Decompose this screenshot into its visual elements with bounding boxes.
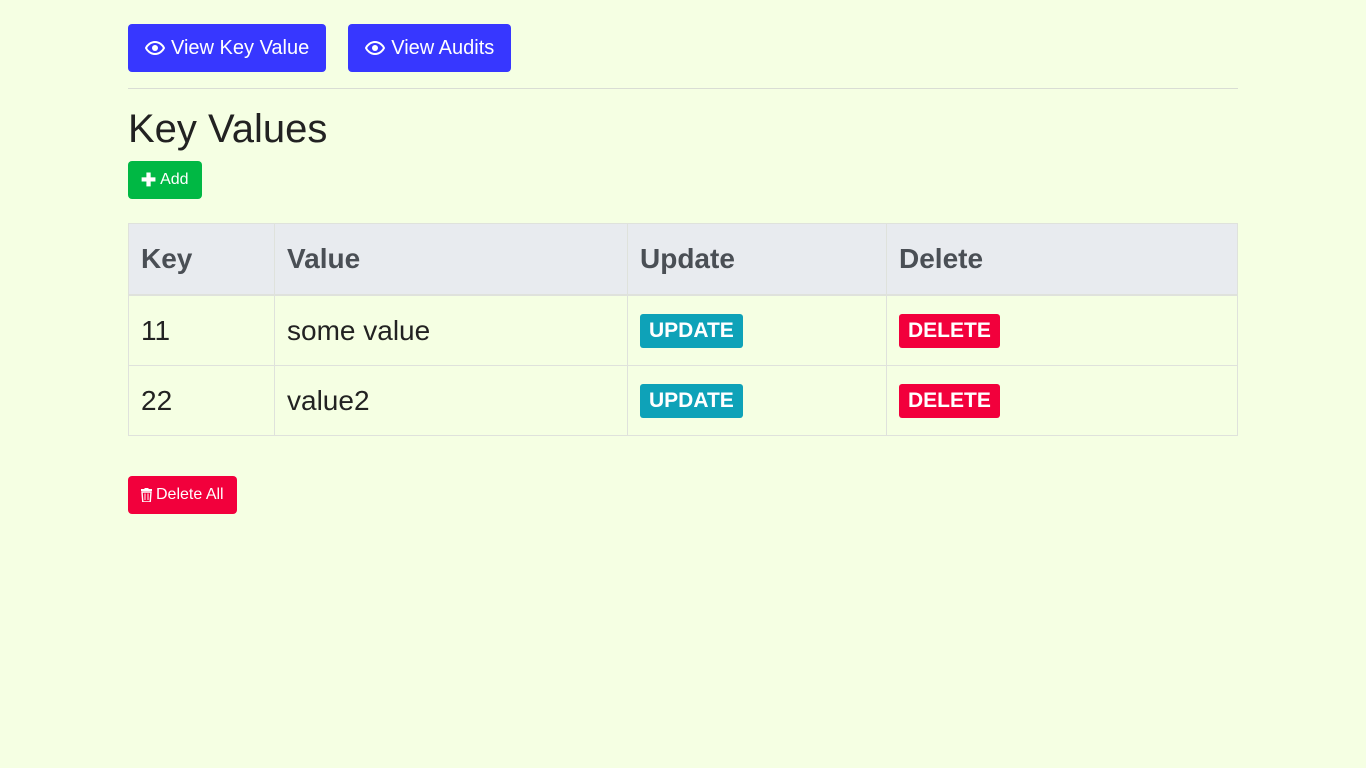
header-update: Update [627, 223, 887, 296]
table-row: 22 value2 UPDATE DELETE [128, 365, 1238, 436]
add-button[interactable]: ✚ Add [128, 161, 202, 199]
view-key-value-button[interactable]: View Key Value [128, 24, 327, 72]
plus-icon: ✚ [141, 170, 157, 190]
page-title: Key Values [128, 107, 328, 151]
cell-delete: DELETE [886, 294, 1238, 366]
view-audits-button[interactable]: View Audits [348, 24, 512, 72]
delete-button[interactable]: DELETE [899, 383, 1000, 418]
divider [128, 88, 1238, 89]
header-delete: Delete [886, 223, 1238, 296]
delete-button[interactable]: DELETE [899, 313, 1000, 348]
cell-key: 22 [128, 365, 275, 436]
cell-value: value2 [274, 365, 628, 436]
view-key-value-label: View Key Value [171, 36, 310, 59]
update-button[interactable]: UPDATE [640, 313, 743, 348]
delete-all-wrapper: Delete All [128, 436, 1238, 514]
nav-row: View Key Value View Audits [128, 24, 1238, 72]
cell-update: UPDATE [627, 294, 887, 366]
cell-update: UPDATE [627, 365, 887, 436]
header-key: Key [128, 223, 275, 296]
cell-delete: DELETE [886, 365, 1238, 436]
delete-all-button[interactable]: Delete All [128, 476, 237, 514]
eye-icon [365, 41, 386, 55]
update-button[interactable]: UPDATE [640, 383, 743, 418]
cell-value: some value [274, 294, 628, 366]
eye-icon [145, 41, 165, 55]
main-container: View Key Value View Audits Key Values ✚ … [128, 24, 1238, 514]
cell-key: 11 [128, 294, 275, 366]
trash-icon [141, 488, 152, 502]
table-header-row: Key Value Update Delete [128, 223, 1238, 296]
table-row: 11 some value UPDATE DELETE [128, 294, 1238, 366]
header-value: Value [274, 223, 628, 296]
view-audits-label: View Audits [391, 36, 495, 59]
delete-all-label: Delete All [156, 486, 224, 503]
add-button-label: Add [160, 171, 189, 188]
key-values-table: Key Value Update Delete 11 some value UP… [128, 223, 1238, 436]
